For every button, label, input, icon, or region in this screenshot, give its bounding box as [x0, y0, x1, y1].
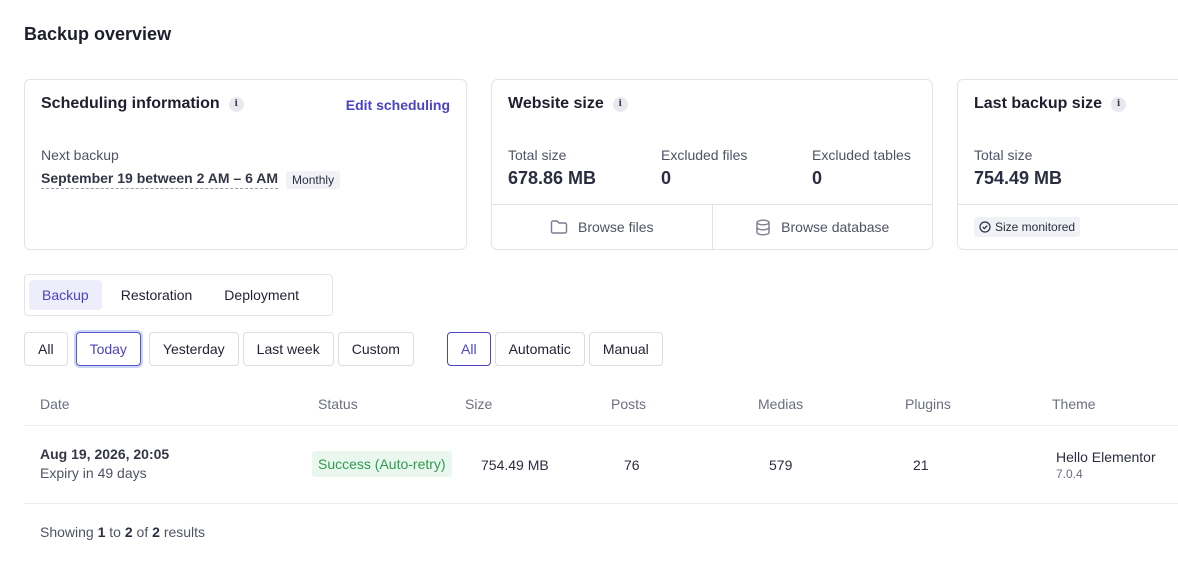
last-backup-header: Last backup size i [974, 95, 1127, 113]
column-header-posts: Posts [611, 396, 647, 412]
next-backup: Next backup September 19 between 2 AM – … [41, 147, 341, 189]
backup-expiry: Expiry in 49 days [40, 465, 147, 481]
excluded-tables-label: Excluded tables [812, 147, 911, 163]
scheduling-title: Scheduling information [41, 95, 220, 112]
tab-restoration[interactable]: Restoration [108, 280, 206, 310]
total-size-label: Total size [508, 147, 567, 163]
status-badge: Success (Auto-retry) [312, 451, 452, 477]
folder-icon [550, 220, 568, 234]
column-header-size: Size [465, 396, 493, 412]
website-size-footer: Browse files Browse database [492, 204, 932, 249]
excluded-files-label: Excluded files [661, 147, 748, 163]
backup-date: Aug 19, 2026, 20:05 [40, 446, 170, 462]
table-header: Date Status Size Posts Medias Plugins Th… [24, 384, 1178, 426]
website-size-title: Website size [508, 95, 604, 112]
type-filter-automatic[interactable]: Automatic [494, 332, 585, 366]
browse-files-button[interactable]: Browse files [492, 205, 712, 249]
last-backup-title: Last backup size [974, 95, 1103, 112]
next-backup-time[interactable]: September 19 between 2 AM – 6 AM [41, 170, 279, 189]
check-circle-icon [979, 221, 991, 233]
website-size-header: Website size i [508, 95, 628, 113]
pagination-suffix: results [163, 524, 206, 540]
next-backup-label: Next backup [41, 147, 119, 163]
pagination-summary: Showing 1 to 2 of 2 results [40, 524, 205, 540]
browse-database-label: Browse database [781, 219, 890, 235]
date-filter-last-week[interactable]: Last week [242, 332, 334, 366]
last-backup-footer: Size monitored [958, 204, 1178, 249]
website-size-card: Website size i Total size 678.86 MB Excl… [491, 79, 933, 250]
pagination-total: 2 [152, 524, 160, 540]
type-filter-all[interactable]: All [447, 332, 491, 366]
column-header-theme: Theme [1052, 396, 1096, 412]
excluded-tables-stat: Excluded tables 0 [812, 147, 911, 189]
size-monitored-label: Size monitored [995, 220, 1076, 234]
excluded-files-stat: Excluded files 0 [661, 147, 747, 189]
type-filters: All Automatic Manual [447, 332, 667, 366]
section-tabs: Backup Restoration Deployment [24, 274, 333, 316]
total-size-value: 678.86 MB [508, 168, 597, 188]
browse-files-label: Browse files [578, 219, 654, 235]
scheduling-card: Scheduling information i Edit scheduling… [24, 79, 467, 250]
frequency-badge: Monthly [286, 170, 341, 189]
size-cell: 754.49 MB [481, 457, 549, 473]
type-filter-manual[interactable]: Manual [588, 332, 663, 366]
tab-deployment[interactable]: Deployment [211, 280, 312, 310]
date-filter-all[interactable]: All [24, 332, 68, 366]
last-backup-total-label: Total size [974, 147, 1033, 163]
theme-cell: Hello Elementor 7.0.4 [1056, 449, 1156, 481]
pagination-to-word: to [109, 524, 121, 540]
browse-database-button[interactable]: Browse database [711, 205, 933, 249]
pagination-from: 1 [97, 524, 106, 540]
column-header-date: Date [40, 396, 70, 412]
excluded-files-value: 0 [661, 168, 672, 188]
date-filter-custom[interactable]: Custom [337, 332, 414, 366]
last-backup-total-value: 754.49 MB [974, 168, 1063, 188]
pagination-of-word: of [136, 524, 149, 540]
total-size-stat: Total size 678.86 MB [508, 147, 596, 189]
plugins-cell: 21 [913, 457, 929, 473]
tab-backup[interactable]: Backup [29, 280, 102, 310]
database-icon [756, 219, 770, 236]
page-title: Backup overview [24, 24, 172, 44]
size-monitored-badge: Size monitored [974, 217, 1081, 237]
pagination-prefix: Showing [40, 524, 94, 540]
info-icon[interactable]: i [612, 96, 628, 112]
theme-version: 7.0.4 [1056, 467, 1083, 481]
pagination-to: 2 [124, 524, 133, 540]
medias-cell: 579 [769, 457, 793, 473]
excluded-tables-value: 0 [812, 168, 823, 188]
table-row[interactable]: Aug 19, 2026, 20:05 Expiry in 49 days Su… [24, 427, 1178, 504]
date-filter-yesterday[interactable]: Yesterday [148, 332, 239, 366]
edit-scheduling-link[interactable]: Edit scheduling [346, 97, 450, 113]
column-header-status: Status [318, 396, 358, 412]
date-cell: Aug 19, 2026, 20:05 Expiry in 49 days [40, 446, 169, 481]
posts-cell: 76 [624, 457, 640, 473]
last-backup-total-stat: Total size 754.49 MB [974, 147, 1062, 189]
column-header-plugins: Plugins [905, 396, 951, 412]
last-backup-card: Last backup size i Total size 754.49 MB … [957, 79, 1178, 250]
date-filters: All Today Yesterday Last week Custom [24, 332, 418, 366]
info-icon[interactable]: i [228, 96, 244, 112]
scheduling-header: Scheduling information i [41, 95, 244, 113]
date-filter-today[interactable]: Today [75, 332, 141, 366]
column-header-medias: Medias [758, 396, 804, 412]
theme-name: Hello Elementor [1056, 449, 1156, 465]
info-icon[interactable]: i [1111, 96, 1127, 112]
